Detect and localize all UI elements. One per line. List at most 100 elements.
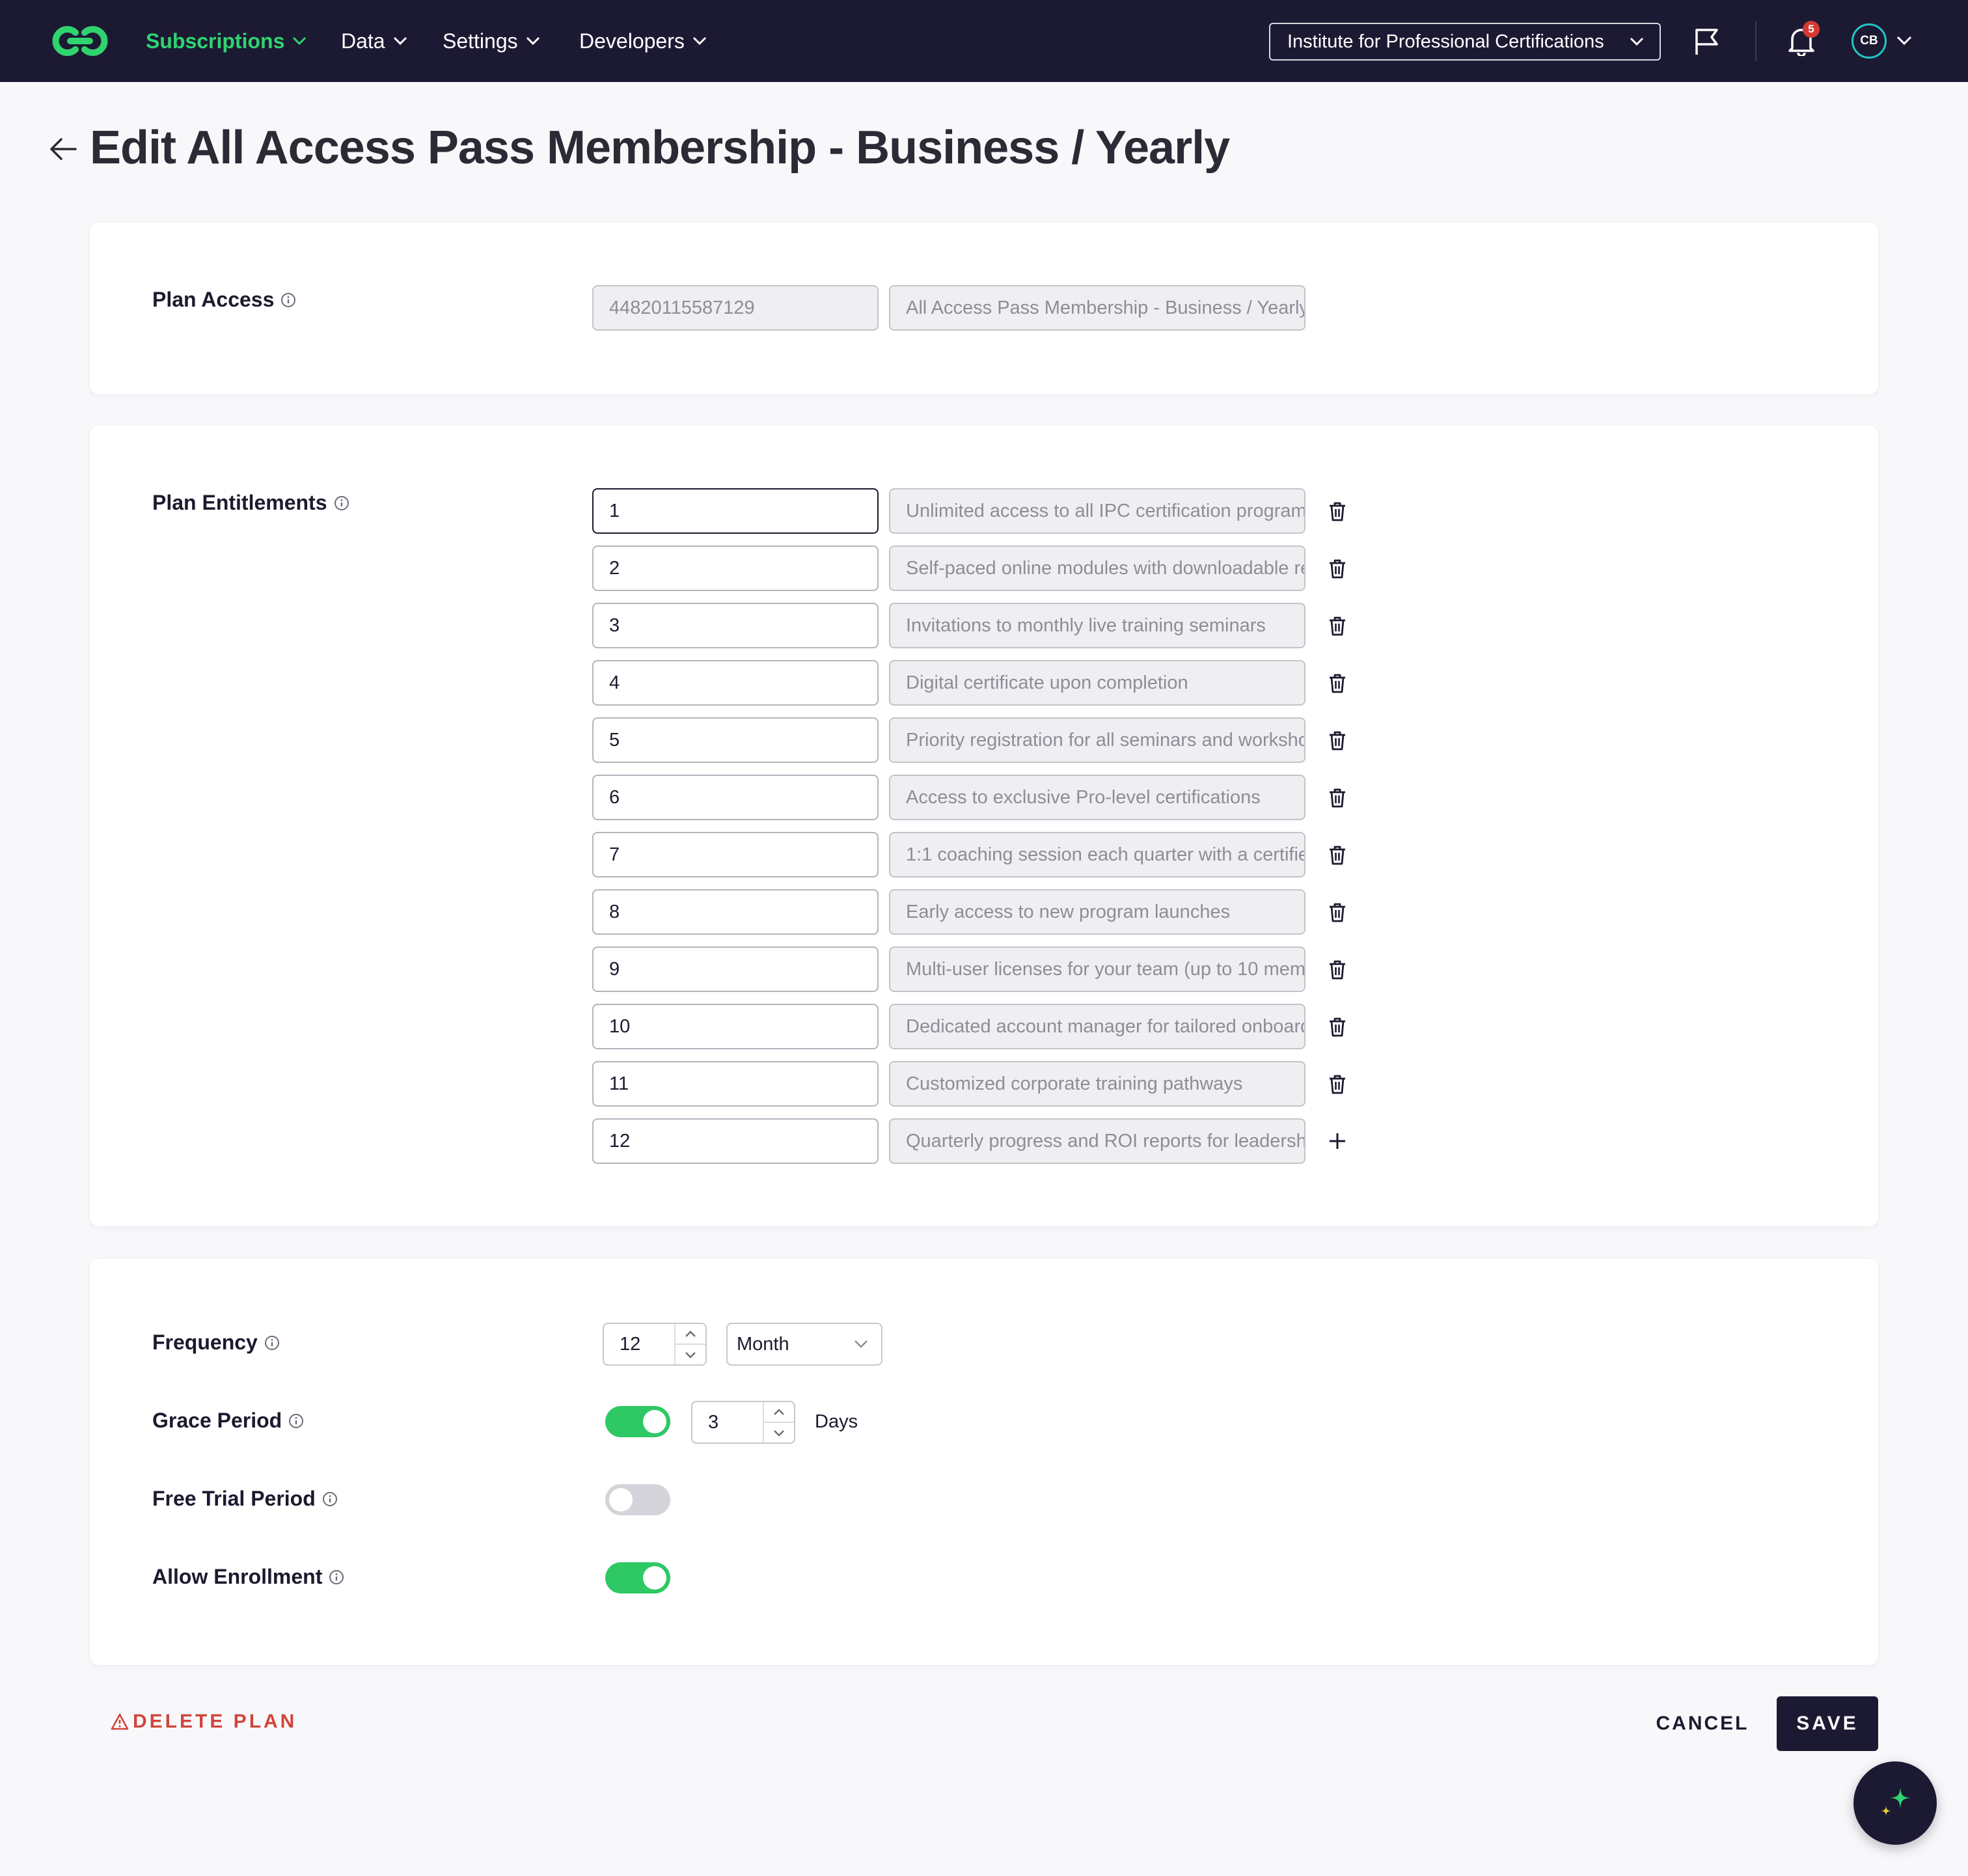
sparkle-icon [1881, 1787, 1911, 1816]
entitlement-order-input[interactable]: 4 [592, 660, 879, 706]
nav-subscriptions[interactable]: Subscriptions [146, 0, 307, 82]
delete-plan-button[interactable]: DELETE PLAN [111, 1711, 297, 1733]
trash-icon[interactable] [1328, 845, 1347, 869]
entitlement-description-field: Priority registration for all seminars a… [889, 717, 1305, 763]
info-icon[interactable] [322, 1491, 338, 1507]
grace-period-value: 3 [708, 1411, 719, 1433]
plan-entitlements-label-text: Plan Entitlements [152, 491, 327, 514]
entitlement-order-input[interactable]: 12 [592, 1118, 879, 1164]
grace-period-toggle[interactable] [605, 1406, 670, 1437]
grace-period-label: Grace Period [152, 1409, 304, 1433]
top-nav-bar: Subscriptions Data Settings Developers I… [0, 0, 1968, 82]
entitlement-order-input[interactable]: 11 [592, 1061, 879, 1107]
allow-enrollment-toggle[interactable] [605, 1562, 670, 1593]
entitlement-description-field: Invitations to monthly live training sem… [889, 603, 1305, 648]
warning-icon [111, 1713, 129, 1730]
entitlement-description-field: Dedicated account manager for tailored o… [889, 1004, 1305, 1049]
chevron-down-icon[interactable] [1896, 36, 1912, 46]
trash-icon[interactable] [1328, 902, 1347, 926]
entitlement-order-input[interactable]: 2 [592, 545, 879, 591]
entitlement-order-input[interactable]: 3 [592, 603, 879, 648]
nav-settings[interactable]: Settings [443, 0, 540, 82]
free-trial-label-text: Free Trial Period [152, 1487, 316, 1510]
trash-icon[interactable] [1328, 616, 1347, 640]
trash-icon[interactable] [1328, 673, 1347, 697]
plus-icon[interactable] [1328, 1131, 1347, 1154]
entitlement-description-field: Self-paced online modules with downloada… [889, 545, 1305, 591]
organization-select[interactable]: Institute for Professional Certification… [1269, 23, 1661, 61]
entitlement-order-input[interactable]: 8 [592, 889, 879, 935]
entitlement-description-field: Access to exclusive Pro-level certificat… [889, 775, 1305, 820]
user-avatar[interactable]: CB [1852, 23, 1887, 59]
chevron-down-icon [854, 1340, 868, 1348]
page-title: Edit All Access Pass Membership - Busine… [90, 122, 1230, 174]
chevron-down-icon [1630, 37, 1644, 46]
info-icon[interactable] [334, 495, 349, 511]
notification-count-badge: 5 [1803, 21, 1820, 38]
stepper-down-icon[interactable] [764, 1422, 794, 1442]
entitlement-description-field: Quarterly progress and ROI reports for l… [889, 1118, 1305, 1164]
nav-subscriptions-label: Subscriptions [146, 29, 285, 53]
save-button[interactable]: SAVE [1777, 1696, 1878, 1751]
entitlement-order-input[interactable]: 10 [592, 1004, 879, 1049]
nav-data-label: Data [341, 29, 385, 53]
nav-developers[interactable]: Developers [579, 0, 707, 82]
stepper-up-icon[interactable] [764, 1402, 794, 1422]
delete-plan-label: DELETE PLAN [133, 1711, 297, 1732]
trash-icon[interactable] [1328, 559, 1347, 583]
entitlement-order-input[interactable]: 1 [592, 488, 879, 534]
plan-access-card: Plan Access 44820115587129 All Access Pa… [90, 223, 1878, 394]
plan-access-label: Plan Access [152, 288, 296, 312]
entitlement-order-input[interactable]: 7 [592, 832, 879, 877]
nav-developers-label: Developers [579, 29, 685, 53]
allow-enrollment-label-text: Allow Enrollment [152, 1565, 323, 1588]
nav-data[interactable]: Data [341, 0, 407, 82]
frequency-stepper[interactable]: 12 [603, 1323, 707, 1366]
entitlement-description-field: Customized corporate training pathways [889, 1061, 1305, 1107]
stepper-down-icon[interactable] [676, 1344, 705, 1364]
trash-icon[interactable] [1328, 1074, 1347, 1098]
chevron-down-icon [526, 36, 540, 46]
entitlement-order-input[interactable]: 6 [592, 775, 879, 820]
toggle-knob [643, 1410, 666, 1433]
trash-icon[interactable] [1328, 959, 1347, 984]
grace-period-unit: Days [815, 1411, 858, 1432]
entitlement-order-input[interactable]: 9 [592, 946, 879, 992]
chevron-down-icon [393, 36, 407, 46]
flag-icon[interactable] [1693, 27, 1721, 59]
plan-entitlements-label: Plan Entitlements [152, 491, 349, 515]
frequency-unit-value: Month [737, 1333, 789, 1355]
back-arrow-icon[interactable] [49, 137, 77, 165]
organization-name: Institute for Professional Certification… [1287, 31, 1604, 52]
free-trial-label: Free Trial Period [152, 1487, 338, 1511]
info-icon[interactable] [280, 292, 296, 308]
frequency-value: 12 [620, 1333, 641, 1355]
entitlement-order-input[interactable]: 5 [592, 717, 879, 763]
info-icon[interactable] [329, 1569, 344, 1585]
trash-icon[interactable] [1328, 501, 1347, 525]
chevron-down-icon [692, 36, 706, 46]
nav-settings-label: Settings [443, 29, 518, 53]
toggle-knob [609, 1488, 633, 1511]
allow-enrollment-label: Allow Enrollment [152, 1565, 344, 1589]
entitlement-description-field: Multi-user licenses for your team (up to… [889, 946, 1305, 992]
plan-name-field: All Access Pass Membership - Business / … [889, 285, 1305, 331]
info-icon[interactable] [288, 1413, 304, 1429]
grace-period-stepper[interactable]: 3 [691, 1401, 795, 1444]
cancel-button[interactable]: CANCEL [1640, 1696, 1765, 1751]
grace-period-stepper-arrows [763, 1402, 794, 1442]
free-trial-toggle[interactable] [605, 1484, 670, 1515]
brand-logo-icon[interactable] [51, 22, 109, 60]
entitlement-description-field: Unlimited access to all IPC certificatio… [889, 488, 1305, 534]
plan-settings-card: Frequency 12 Month Grace Period 3 Days F… [90, 1259, 1878, 1665]
trash-icon[interactable] [1328, 1017, 1347, 1041]
frequency-unit-select[interactable]: Month [726, 1323, 882, 1366]
nav-divider [1755, 21, 1756, 61]
stepper-up-icon[interactable] [676, 1324, 705, 1344]
trash-icon[interactable] [1328, 788, 1347, 812]
info-icon[interactable] [264, 1335, 280, 1351]
trash-icon[interactable] [1328, 730, 1347, 754]
ai-assistant-button[interactable] [1853, 1761, 1937, 1845]
grace-period-label-text: Grace Period [152, 1409, 282, 1432]
frequency-label: Frequency [152, 1331, 280, 1355]
